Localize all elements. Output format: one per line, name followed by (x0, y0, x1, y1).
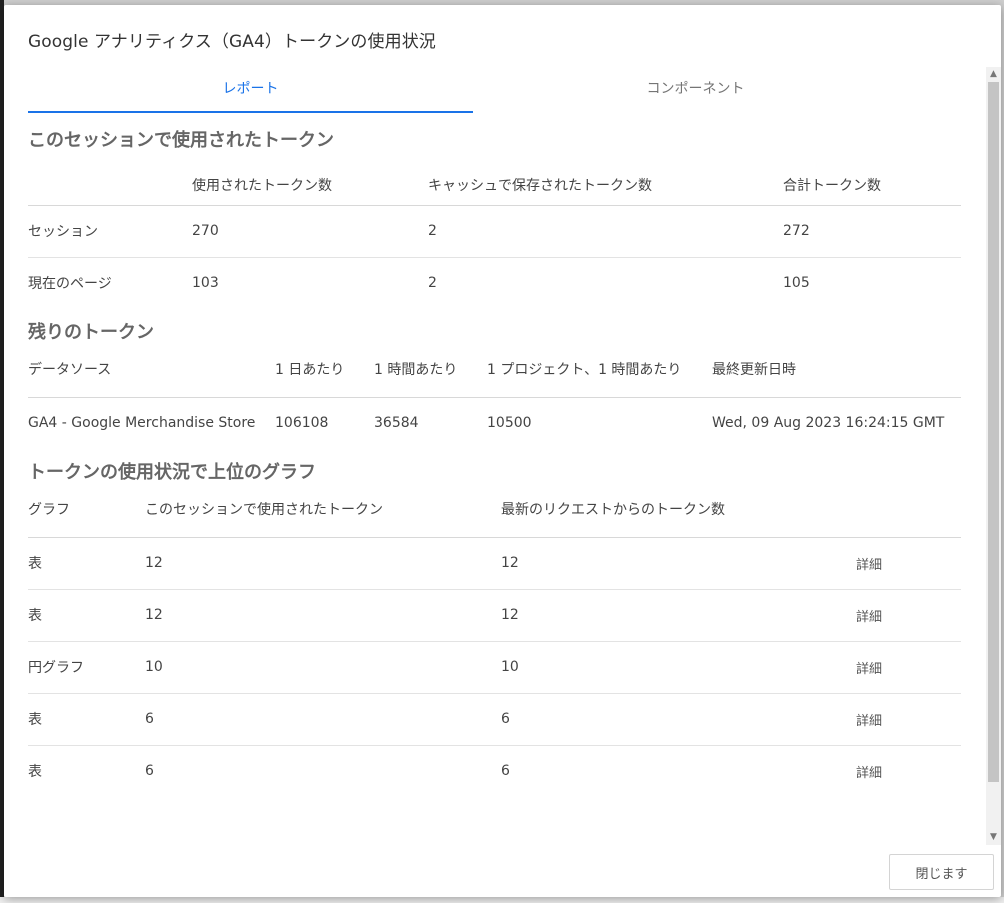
tab-bar: レポート コンポーネント (28, 75, 918, 113)
cell-session-tokens: 12 (145, 555, 163, 571)
dialog-title: Google アナリティクス（GA4）トークンの使用状況 (28, 32, 436, 52)
column-header (28, 157, 192, 205)
column-header-actions (856, 489, 961, 537)
cell-total: 272 (783, 223, 810, 239)
cell-last-updated: Wed, 09 Aug 2023 16:24:15 GMT (712, 415, 945, 432)
top-charts-title: トークンの使用状況で上位のグラフ (28, 462, 316, 483)
cell-per-project-hour: 10500 (487, 415, 532, 432)
token-usage-dialog: Google アナリティクス（GA4）トークンの使用状況 レポート コンポーネン… (4, 5, 1001, 897)
cell-latest-request: 6 (501, 763, 510, 780)
cell-chart-type: 表 (28, 712, 42, 728)
cell-per-day: 106108 (275, 415, 329, 432)
details-link[interactable]: 詳細 (856, 662, 882, 677)
table-row: セッション 270 2 272 (28, 205, 961, 257)
cell-session-tokens: 10 (145, 659, 163, 675)
cell-used: 103 (192, 275, 219, 292)
cell-cached: 2 (428, 275, 437, 292)
tab-components[interactable]: コンポーネント (473, 75, 918, 113)
scroll-up-icon[interactable]: ▲ (986, 67, 1001, 82)
details-link[interactable]: 詳細 (856, 766, 882, 781)
cell-chart-type: 表 (28, 608, 42, 624)
remaining-tokens-table: データソース 1 日あたり 1 時間あたり 1 プロジェクト、1 時間あたり 最… (28, 349, 961, 449)
details-link[interactable]: 詳細 (856, 558, 882, 573)
table-header-row: データソース 1 日あたり 1 時間あたり 1 プロジェクト、1 時間あたり 最… (28, 349, 961, 397)
cell-latest-request: 10 (501, 659, 519, 675)
table-header-row: 使用されたトークン数 キャッシュで保存されたトークン数 合計トークン数 (28, 157, 961, 205)
table-row: 現在のページ 103 2 105 (28, 257, 961, 309)
remaining-tokens-title: 残りのトークン (28, 322, 154, 343)
column-header-cached: キャッシュで保存されたトークン数 (428, 178, 652, 194)
column-header-used: 使用されたトークン数 (192, 178, 332, 194)
close-button[interactable]: 閉じます (889, 854, 994, 890)
cell-used: 270 (192, 223, 219, 239)
column-header-data-source: データソース (28, 362, 112, 378)
cell-total: 105 (783, 275, 810, 292)
cell-chart-type: 表 (28, 764, 42, 781)
row-label: 現在のページ (28, 276, 112, 293)
cell-session-tokens: 6 (145, 763, 154, 780)
session-tokens-table: 使用されたトークン数 キャッシュで保存されたトークン数 合計トークン数 セッショ… (28, 157, 961, 309)
details-link[interactable]: 詳細 (856, 610, 882, 625)
table-row: 円グラフ 10 10 詳細 (28, 641, 961, 693)
cell-session-tokens: 12 (145, 607, 163, 623)
cell-latest-request: 6 (501, 711, 510, 727)
session-tokens-title: このセッションで使用されたトークン (28, 130, 334, 151)
row-label: セッション (28, 224, 98, 240)
column-header-per-project-hour: 1 プロジェクト、1 時間あたり (487, 362, 682, 378)
column-header-session-tokens: このセッションで使用されたトークン (145, 502, 383, 518)
column-header-chart: グラフ (28, 502, 70, 518)
cell-session-tokens: 6 (145, 711, 154, 727)
table-header-row: グラフ このセッションで使用されたトークン 最新のリクエストからのトークン数 (28, 489, 961, 537)
cell-latest-request: 12 (501, 607, 519, 623)
column-header-per-hour: 1 時間あたり (374, 362, 458, 378)
vertical-scrollbar[interactable]: ▲ ▼ (986, 67, 1001, 845)
cell-chart-type: 円グラフ (28, 660, 84, 676)
table-row: GA4 - Google Merchandise Store 106108 36… (28, 397, 961, 449)
cell-chart-type: 表 (28, 556, 42, 572)
column-header-latest-request: 最新のリクエストからのトークン数 (501, 502, 725, 518)
background-page-bottom (0, 897, 1004, 903)
table-row: 表 6 6 詳細 (28, 693, 961, 745)
column-header-last-updated: 最終更新日時 (712, 362, 796, 378)
table-row: 表 6 6 詳細 (28, 745, 961, 797)
cell-data-source: GA4 - Google Merchandise Store (28, 415, 256, 432)
scroll-down-icon[interactable]: ▼ (986, 830, 1001, 845)
column-header-per-day: 1 日あたり (275, 362, 345, 378)
dialog-content: このセッションで使用されたトークン 使用されたトークン数 キャッシュで保存された… (28, 117, 961, 849)
top-charts-table: グラフ このセッションで使用されたトークン 最新のリクエストからのトークン数 表… (28, 489, 961, 797)
table-row: 表 12 12 詳細 (28, 537, 961, 589)
details-link[interactable]: 詳細 (856, 714, 882, 729)
scrollbar-thumb[interactable] (988, 82, 999, 782)
cell-cached: 2 (428, 223, 437, 239)
column-header-total: 合計トークン数 (783, 178, 881, 194)
table-row: 表 12 12 詳細 (28, 589, 961, 641)
tab-report[interactable]: レポート (28, 75, 473, 113)
cell-latest-request: 12 (501, 555, 519, 571)
cell-per-hour: 36584 (374, 415, 419, 432)
